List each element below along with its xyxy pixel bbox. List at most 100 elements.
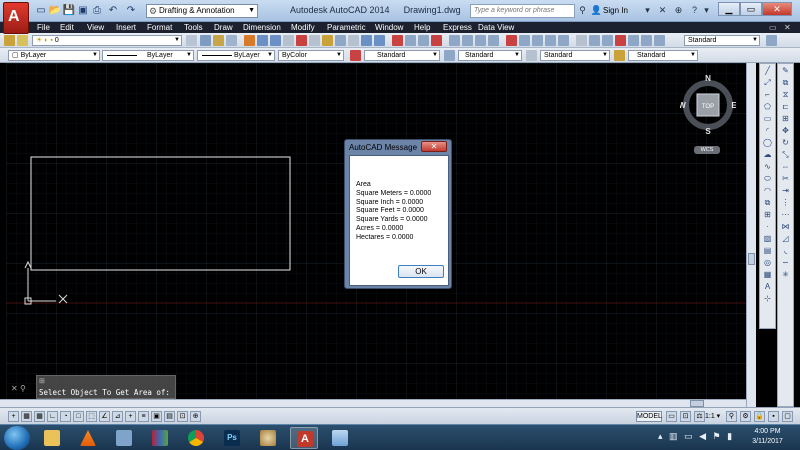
command-history-icon[interactable]: ⊞ xyxy=(39,377,45,385)
menu-parametric[interactable]: Parametric xyxy=(327,22,366,33)
taskbar-paint[interactable] xyxy=(254,427,282,449)
lock-icon[interactable]: 🔒 xyxy=(754,411,765,422)
polyline-icon[interactable]: ⌐ xyxy=(761,89,774,100)
quick-view-drawings-icon[interactable]: ⊡ xyxy=(680,411,691,422)
dimension-text-edit-icon[interactable] xyxy=(641,35,652,46)
compass-east[interactable]: E xyxy=(731,101,737,110)
taskbar-photoshop[interactable]: Ps xyxy=(218,427,246,449)
move-icon[interactable]: ✥ xyxy=(779,125,792,136)
open-file-icon[interactable]: 📂 xyxy=(48,4,62,17)
compass-west[interactable]: W xyxy=(678,101,686,110)
chevron-down-icon[interactable]: ▾ xyxy=(641,4,654,17)
polygon-icon[interactable]: ⬠ xyxy=(761,101,774,112)
command-line[interactable]: ⊞ Select Object To Get Area of: xyxy=(36,375,176,399)
multileader-style-dropdown[interactable]: Standard ▼ xyxy=(628,50,698,61)
construction-line-icon[interactable]: ⤢ xyxy=(761,77,774,88)
clean-screen-icon[interactable]: ▢ xyxy=(782,411,793,422)
fillet-icon[interactable]: ◟ xyxy=(779,245,792,256)
jogged-linear-icon[interactable] xyxy=(615,35,626,46)
spline-icon[interactable]: ∿ xyxy=(761,161,774,172)
hatch-icon[interactable]: ▨ xyxy=(761,233,774,244)
polar-tracking-icon[interactable]: ◔ xyxy=(60,411,71,422)
menu-format[interactable]: Format xyxy=(147,22,172,33)
undo-icon[interactable] xyxy=(361,35,372,46)
stretch-icon[interactable]: ⇔ xyxy=(779,161,792,172)
join-icon[interactable]: ⋈ xyxy=(779,221,792,232)
vertical-scrollbar[interactable] xyxy=(746,63,756,407)
show-hidden-icons-icon[interactable]: ▴ xyxy=(658,431,663,441)
add-selected-icon[interactable]: ⊹ xyxy=(761,293,774,304)
dimension-space-icon[interactable] xyxy=(545,35,556,46)
grid-display-icon[interactable]: ▦ xyxy=(34,411,45,422)
dialog-close-button[interactable]: ✕ xyxy=(421,141,447,152)
cut-icon[interactable] xyxy=(296,35,307,46)
make-current-icon[interactable] xyxy=(186,35,197,46)
explode-icon[interactable]: ✳ xyxy=(779,269,792,280)
rectangle-icon[interactable]: ▭ xyxy=(761,113,774,124)
chevron-down-icon[interactable]: ▾ xyxy=(700,4,713,17)
clock[interactable]: 4:00 PM 3/11/2017 xyxy=(745,427,790,447)
menu-window[interactable]: Window xyxy=(375,22,403,33)
plot-icon[interactable]: ⎙ xyxy=(90,4,104,17)
linear-dimension-icon[interactable] xyxy=(392,35,403,46)
text-style-icon[interactable] xyxy=(350,50,361,61)
sign-in-link[interactable]: Sign In xyxy=(603,6,628,15)
baseline-icon[interactable] xyxy=(519,35,530,46)
copy-icon[interactable]: ⧉ xyxy=(779,77,792,88)
network-icon[interactable]: ▥ xyxy=(669,431,678,441)
taskbar-computer[interactable] xyxy=(110,427,138,449)
table-style-icon[interactable] xyxy=(526,50,537,61)
taskbar-autocad[interactable]: A xyxy=(290,427,318,449)
dimension-style-icon[interactable] xyxy=(766,35,777,46)
annotation-visibility-icon[interactable]: ⚲ xyxy=(726,411,737,422)
jogged-icon[interactable] xyxy=(462,35,473,46)
application-menu-button[interactable]: A xyxy=(3,2,29,34)
menu-dimension[interactable]: Dimension xyxy=(243,22,281,33)
table-icon[interactable]: ▦ xyxy=(761,269,774,280)
object-snap-tracking-icon[interactable]: ∠ xyxy=(99,411,110,422)
power-icon[interactable]: ▮ xyxy=(727,431,732,441)
new-icon[interactable] xyxy=(244,35,255,46)
menu-express[interactable]: Express xyxy=(443,22,472,33)
workspace-dropdown[interactable]: ⚙ Drafting & Annotation ▼ xyxy=(146,4,258,18)
exchange-icon[interactable]: ✕ xyxy=(656,4,669,17)
horizontal-scrollbar[interactable] xyxy=(0,399,746,407)
dynamic-ucs-icon[interactable]: ⊿ xyxy=(112,411,123,422)
menu-file[interactable]: File xyxy=(37,22,50,33)
menu-view[interactable]: View xyxy=(87,22,104,33)
new-file-icon[interactable]: ▭ xyxy=(34,4,48,17)
dimension-edit-icon[interactable] xyxy=(628,35,639,46)
customize-icon[interactable]: ⚲ xyxy=(20,384,26,393)
taskbar-file-explorer[interactable] xyxy=(38,427,66,449)
menu-tools[interactable]: Tools xyxy=(184,22,203,33)
menu-modify[interactable]: Modify xyxy=(291,22,315,33)
redo-icon[interactable] xyxy=(374,35,385,46)
gradient-icon[interactable]: ▤ xyxy=(761,245,774,256)
model-space-button[interactable]: MODEL xyxy=(636,411,662,422)
taskbar-winrar[interactable] xyxy=(146,427,174,449)
point-icon[interactable]: · xyxy=(761,221,774,232)
quick-view-layouts-icon[interactable]: ▭ xyxy=(666,411,677,422)
annotation-scale-value[interactable]: 1:1 ▾ xyxy=(705,412,720,420)
3d-object-snap-icon[interactable]: ⬚ xyxy=(86,411,97,422)
continue-icon[interactable] xyxy=(532,35,543,46)
chamfer-icon[interactable]: ◿ xyxy=(779,233,792,244)
inspection-icon[interactable] xyxy=(602,35,613,46)
volume-icon[interactable]: ◀ xyxy=(699,431,706,441)
battery-icon[interactable]: ▭ xyxy=(684,431,693,441)
taskbar-chrome[interactable] xyxy=(182,427,210,449)
arc-length-icon[interactable] xyxy=(418,35,429,46)
angular-icon[interactable] xyxy=(488,35,499,46)
compass-south[interactable]: S xyxy=(705,127,711,136)
scrollbar-thumb[interactable] xyxy=(690,400,704,407)
extend-icon[interactable]: ⇥ xyxy=(779,185,792,196)
ellipse-icon[interactable]: ⬭ xyxy=(761,173,774,184)
layer-match-icon[interactable] xyxy=(213,35,224,46)
stay-connected-icon[interactable]: ⊕ xyxy=(672,4,685,17)
lineweight-dropdown[interactable]: ByLayer ▼ xyxy=(197,50,275,61)
region-icon[interactable]: ◎ xyxy=(761,257,774,268)
diameter-icon[interactable] xyxy=(475,35,486,46)
taskbar-window[interactable] xyxy=(326,427,354,449)
insert-block-icon[interactable]: ⧉ xyxy=(761,197,774,208)
annotation-scale-icon[interactable]: ⚖ xyxy=(694,411,705,422)
